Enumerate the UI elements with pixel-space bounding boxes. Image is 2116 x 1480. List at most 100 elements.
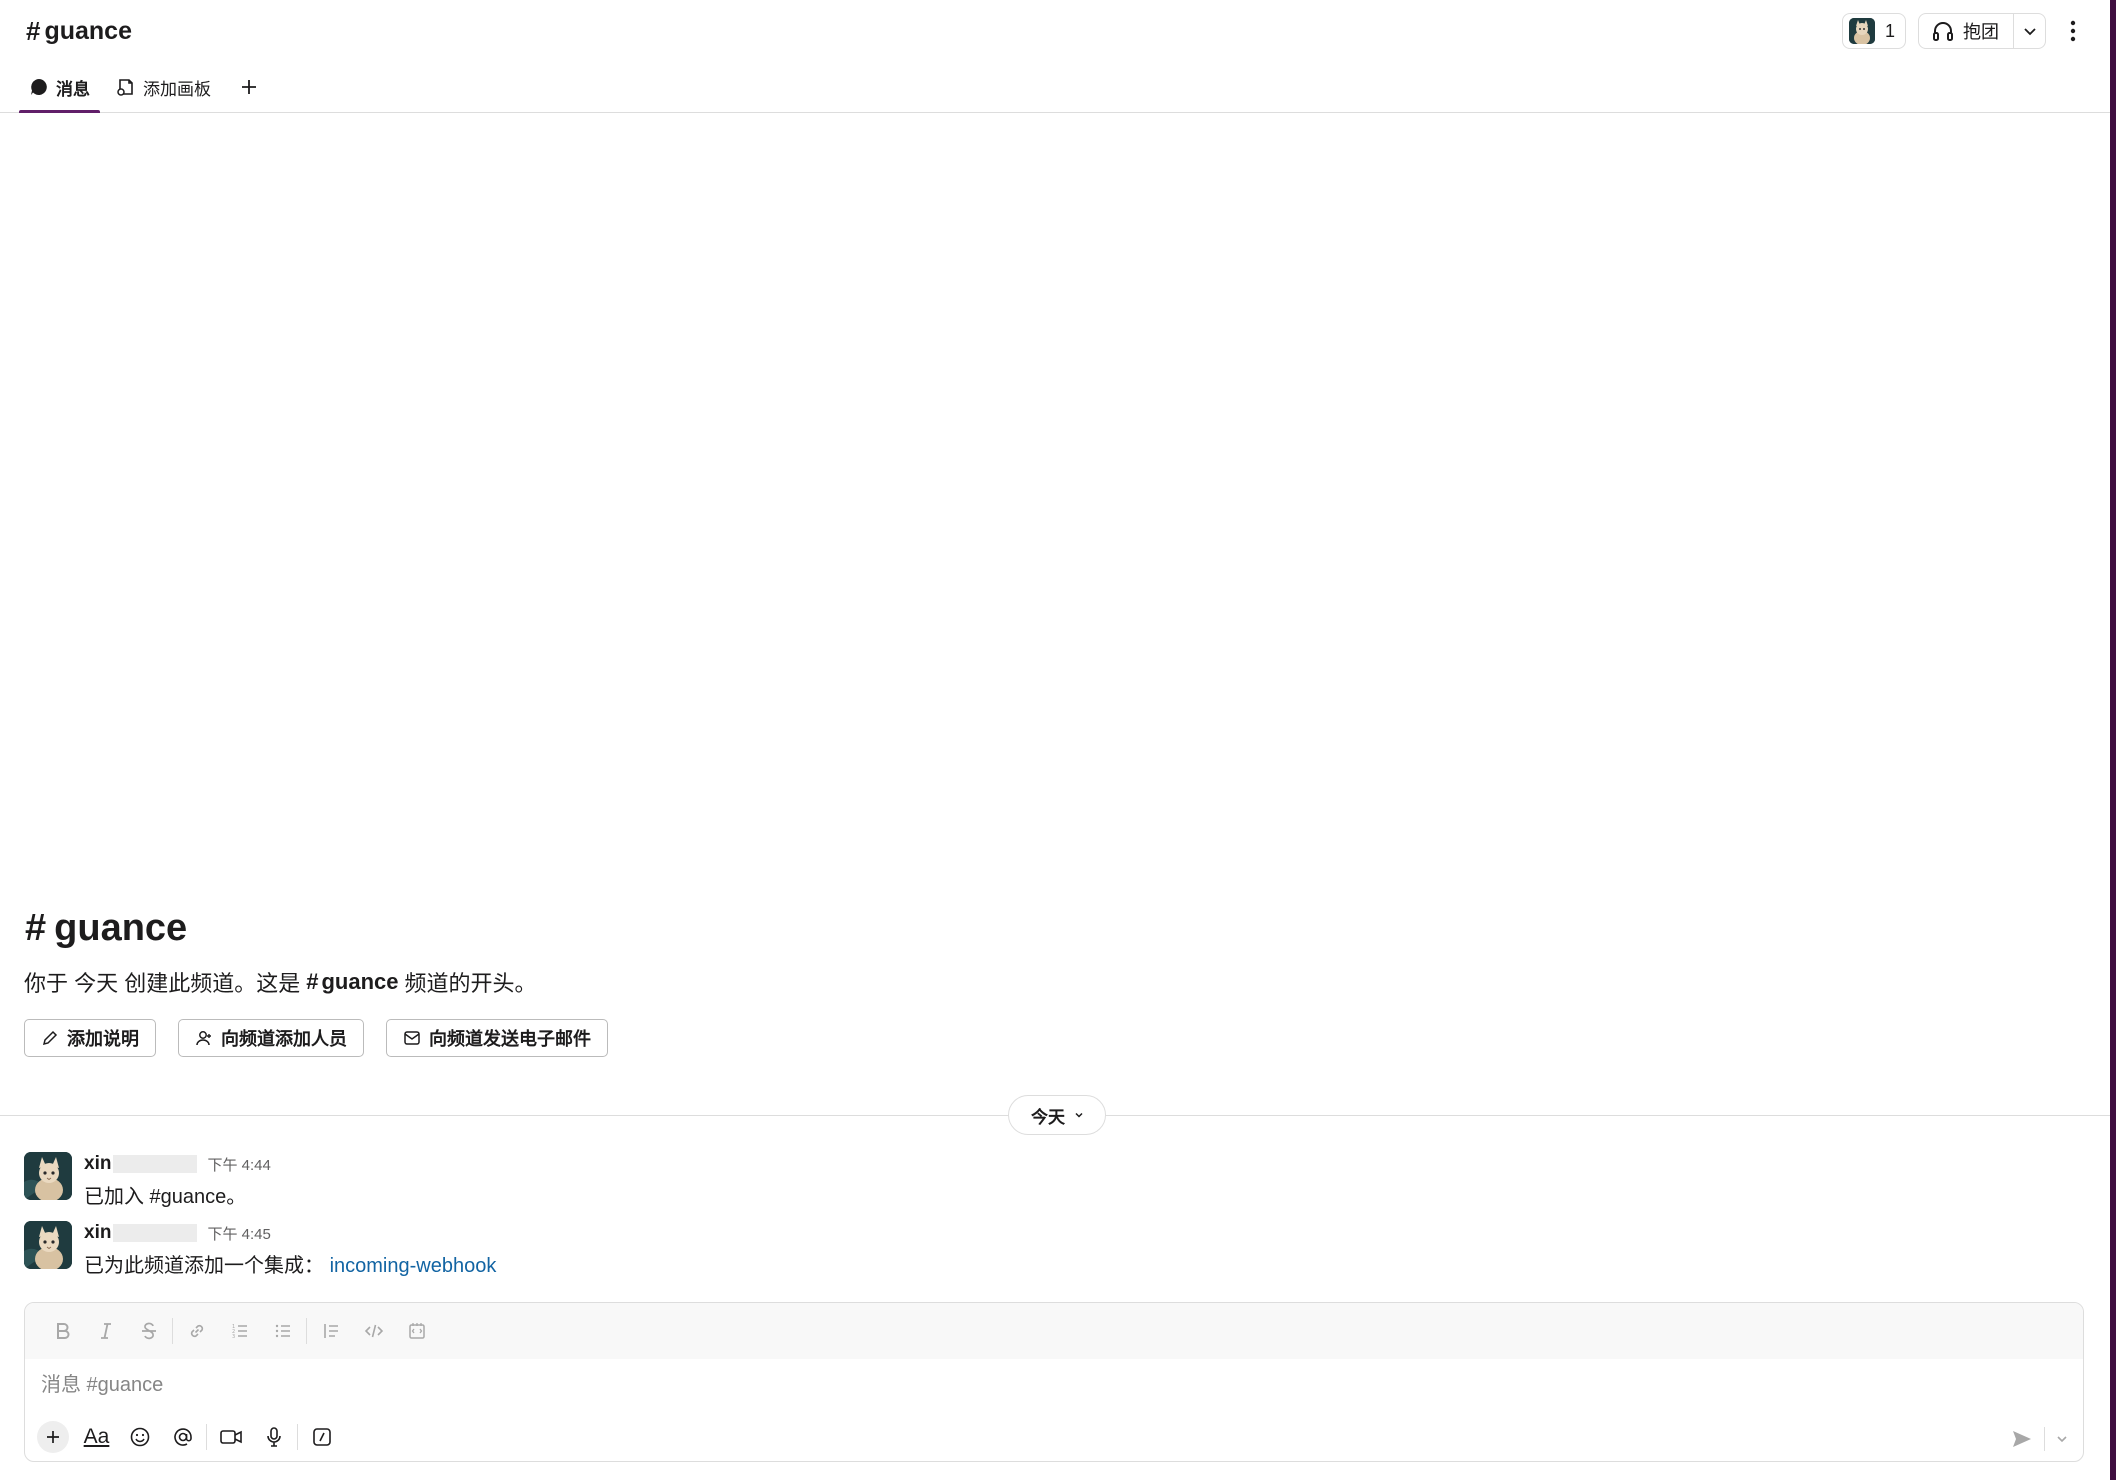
add-tab-button[interactable] [227,62,271,112]
svg-text:3: 3 [232,1334,235,1340]
video-camera-icon [219,1430,242,1444]
plus-icon [242,80,256,94]
add-people-label: 向频道添加人员 [221,1029,347,1049]
tab-add-canvas[interactable]: 添加画板 [106,62,221,112]
cat-avatar-icon [1848,18,1875,44]
member-count: 1 [1884,20,1895,41]
code-block-button[interactable] [395,1311,438,1351]
tab-add-canvas-label: 添加画板 [143,79,211,99]
send-icon [2013,1431,2031,1447]
hash-icon: # [26,15,41,46]
emoji-button[interactable] [118,1417,161,1457]
code-button[interactable] [352,1311,395,1351]
add-description-button[interactable]: 添加说明 [24,1019,156,1057]
message-author[interactable]: xin [84,1222,198,1244]
link-button[interactable] [175,1311,218,1351]
more-options-button[interactable] [2058,13,2088,49]
chevron-down-icon [1075,1112,1083,1118]
jump-to-date-button[interactable]: 今天 [1008,1095,1106,1135]
add-people-button[interactable]: 向频道添加人员 [178,1019,364,1057]
integration-link[interactable]: incoming-webhook [330,1255,497,1277]
message-text: 已加入 #guance。 [84,1186,247,1208]
huddle-control: 抱团 [1918,13,2046,49]
intro-channel-mention[interactable]: # guance [306,969,398,995]
redacted-name [113,1155,198,1173]
video-clip-button[interactable] [209,1417,252,1457]
plus-icon [47,1431,59,1443]
mention-button[interactable] [161,1417,204,1457]
message-header: xin 下午 4:44 [84,1152,271,1176]
channel-title: guance [44,16,132,45]
send-email-label: 向频道发送电子邮件 [429,1029,591,1049]
avatar[interactable] [24,1152,72,1200]
slash-command-icon [312,1428,331,1446]
italic-icon [100,1323,111,1339]
at-sign-icon [173,1428,192,1446]
strikethrough-icon [141,1322,156,1340]
channel-header: # guance 1 抱团 [0,0,2110,62]
avatar[interactable] [24,1221,72,1269]
link-icon [190,1324,203,1338]
channel-intro-description: 你于 今天 创建此频道。这是 # guance 频道的开头。 [24,966,537,998]
channel-title-button[interactable]: # guance [26,16,132,47]
channel-intro-title: # guance [25,907,187,950]
redacted-name [113,1224,198,1242]
ordered-list-button[interactable]: 1 2 3 [218,1311,261,1351]
author-name: xin [84,1153,112,1174]
message-body: xin 下午 4:45 已为此频道添加一个集成： incoming-webhoo… [84,1221,496,1278]
toolbar-separator [306,1318,307,1344]
message-timestamp[interactable]: 下午 4:45 [207,1223,270,1244]
message-input[interactable] [41,1373,1241,1397]
message-body: xin 下午 4:44 已加入 #guance。 [84,1152,271,1209]
message-header: xin 下午 4:45 [84,1221,496,1245]
cat-avatar-icon [24,1152,72,1200]
shortcuts-button[interactable] [300,1417,343,1457]
code-block-icon [408,1323,425,1339]
code-icon [364,1324,383,1338]
huddle-options-button[interactable] [2013,14,2045,48]
huddle-label: 抱团 [1963,22,1999,42]
message-timestamp[interactable]: 下午 4:44 [207,1154,270,1175]
hash-icon: # [306,969,319,994]
blockquote-button[interactable] [309,1311,352,1351]
attach-button[interactable] [37,1421,69,1453]
tab-messages-label: 消息 [56,79,90,99]
email-icon [404,1031,420,1045]
channel-view: # guance 1 抱团 消息 添加画板 # guance 你于 今天 创建此… [0,0,2110,1480]
intro-actions: 添加说明 向频道添加人员 向频道发送电子邮件 [24,1019,608,1057]
strikethrough-button[interactable] [127,1311,170,1351]
formatting-toolbar: 1 2 3 [25,1303,2083,1359]
send-email-button[interactable]: 向频道发送电子邮件 [386,1019,608,1057]
pencil-icon [42,1030,58,1046]
bulleted-list-button[interactable] [261,1311,304,1351]
italic-button[interactable] [84,1311,127,1351]
schedule-send-button[interactable] [2055,1432,2069,1446]
header-actions: 1 抱团 [1841,13,2088,49]
message-text: 已为此频道添加一个集成： incoming-webhook [84,1249,496,1278]
bold-button[interactable] [41,1311,84,1351]
formatting-toggle-button[interactable]: Aa [75,1417,118,1457]
message-item[interactable]: xin 下午 4:45 已为此频道添加一个集成： incoming-webhoo… [24,1221,496,1278]
bold-icon [56,1323,69,1339]
hash-icon: # [25,907,47,949]
person-add-icon [196,1031,211,1046]
intro-desc-channel: guance [321,969,399,994]
audio-clip-button[interactable] [252,1417,295,1457]
emoji-icon [130,1427,149,1447]
huddle-button[interactable]: 抱团 [1919,14,2013,48]
message-author[interactable]: xin [84,1153,198,1175]
headphones-icon [1933,22,1953,41]
tab-messages[interactable]: 消息 [19,62,100,113]
members-button[interactable]: 1 [1841,13,1906,49]
send-button[interactable] [2010,1427,2034,1451]
member-avatar [1848,18,1875,44]
add-description-label: 添加说明 [67,1029,139,1049]
bulleted-list-icon [275,1324,290,1338]
composer-actions: Aa [25,1411,2083,1461]
app-window: # guance 1 抱团 消息 添加画板 # guance 你于 今天 创建此… [0,0,2116,1480]
message-bubble-icon [31,79,47,95]
toolbar-separator [206,1424,207,1450]
message-composer: 1 2 3 消息 #guance Aa [24,1302,2084,1462]
message-item[interactable]: xin 下午 4:44 已加入 #guance。 [24,1152,271,1209]
toolbar-separator [172,1318,173,1344]
